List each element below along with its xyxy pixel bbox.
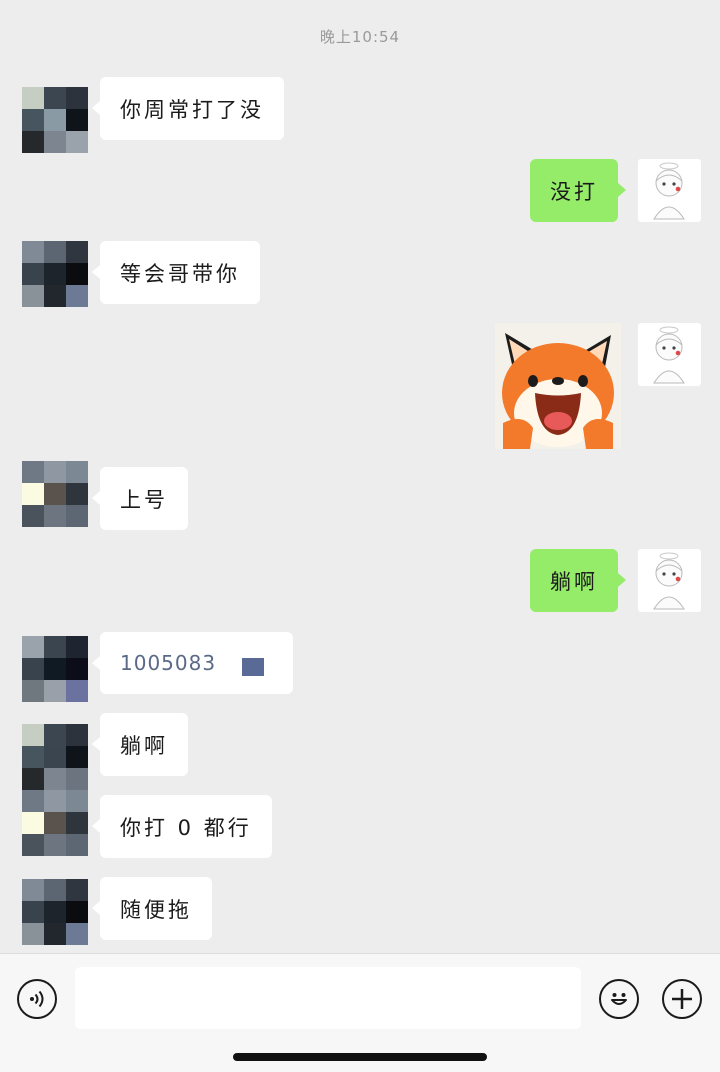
message-bubble-outgoing[interactable]: 躺啊 [530,549,626,612]
fox-sticker[interactable] [495,323,621,449]
emoji-button[interactable] [599,979,639,1019]
emoji-icon [611,993,627,1005]
contact-avatar[interactable] [22,461,88,527]
message-bubble-incoming[interactable]: 你周常打了没 [92,77,284,140]
home-indicator[interactable] [233,1053,487,1061]
voice-button[interactable] [17,979,57,1019]
contact-avatar[interactable] [22,724,88,790]
message-text: 躺啊 [120,733,168,758]
voice-icon [30,990,44,1008]
message-bubble-incoming[interactable]: 随便拖 [92,877,212,940]
contact-avatar[interactable] [22,636,88,702]
my-avatar[interactable] [638,159,701,222]
contact-avatar[interactable] [22,241,88,307]
message-bubble-incoming[interactable]: 等会哥带你 [92,241,260,304]
message-bubble-incoming[interactable]: 1005083 [92,632,293,694]
more-button[interactable] [662,979,702,1019]
message-bubble-outgoing[interactable]: 没打 [530,159,626,222]
message-text: 没打 [550,179,598,204]
message-text: 随便拖 [120,897,192,922]
plus-icon [672,989,692,1009]
message-bubble-incoming[interactable]: 上号 [92,467,188,530]
message-text: 等会哥带你 [120,261,240,286]
message-bubble-incoming[interactable]: 躺啊 [92,713,188,776]
timestamp: 晚上10:54 [319,28,401,46]
message-bubble-incoming[interactable]: 你打 0 都行 [92,795,272,858]
redaction-block [242,658,264,676]
message-text: 你打 0 都行 [120,815,252,840]
my-avatar[interactable] [638,323,701,386]
contact-avatar[interactable] [22,879,88,945]
contact-avatar[interactable] [22,790,88,856]
chat-input-bar [0,953,720,1072]
message-input[interactable] [75,967,581,1029]
message-text: 躺啊 [550,569,598,594]
message-text: 上号 [120,487,168,512]
message-text: 1005083 [120,651,217,675]
contact-avatar[interactable] [22,87,88,153]
message-text: 你周常打了没 [120,97,264,122]
my-avatar[interactable] [638,549,701,612]
